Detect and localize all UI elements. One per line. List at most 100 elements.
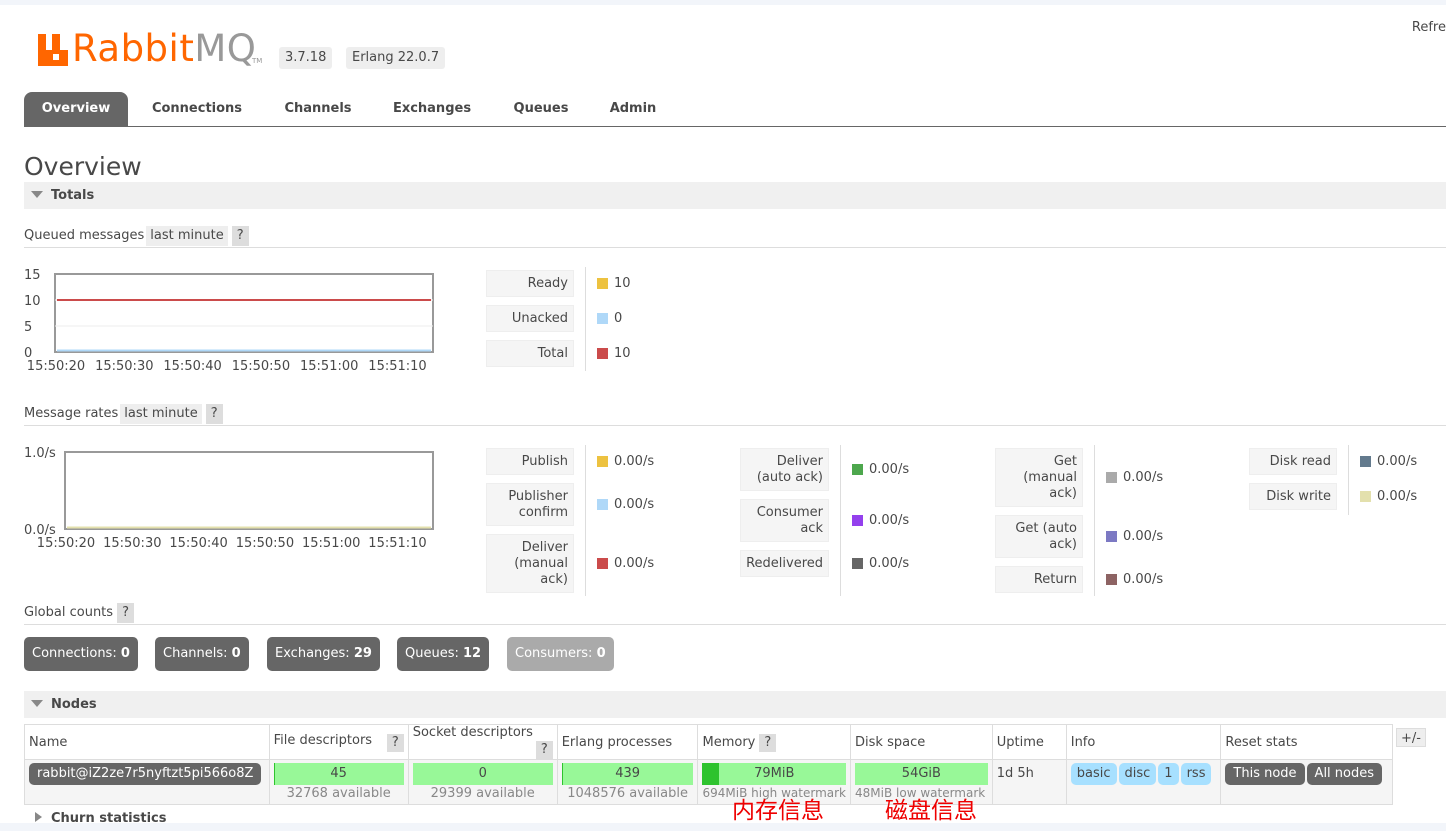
connections-count-button[interactable]: Connections: 0 [24,637,138,671]
logo-wordmark: RabbitMQ [72,27,257,70]
fd-help-button[interactable]: ? [386,733,404,752]
tab-channels[interactable]: Channels [268,92,368,126]
chart-x-tick-label: 15:50:20 [27,359,85,374]
legend-value: 10 [597,340,631,367]
message-rates-label: Message rates [24,406,119,421]
tab-queues[interactable]: Queues [496,92,586,126]
chart-y-tick-label: 5 [24,320,32,335]
erl-available: 1048576 available [567,786,688,801]
refresh-selector[interactable]: Refre [1412,20,1446,35]
global-counts-help-button[interactable]: ? [117,603,134,623]
tab-admin[interactable]: Admin [594,92,672,126]
legend-label: Redelivered [740,550,829,577]
nodes-section-toggle[interactable]: Nodes [24,691,1446,718]
legend-swatch [1106,531,1117,542]
reset-this-node-button[interactable]: This node [1225,763,1305,785]
chart-x-tick-label: 15:50:20 [37,536,95,551]
info-tag-rss: rss [1180,763,1212,785]
reset-cell: This node All nodes [1220,759,1393,805]
chart-x-tick-label: 15:50:40 [169,536,227,551]
rabbitmq-logo[interactable]: RabbitMQ TM [36,27,266,73]
rates-range-selector[interactable]: last minute [120,404,202,424]
queued-messages-label: Queued messages [24,228,145,243]
channels-count-button[interactable]: Channels: 0 [155,637,249,671]
legend-swatch [1360,491,1371,502]
legend-value: 0.00/s [597,483,654,526]
legend-value: 10 [597,270,631,297]
disk-annotation: 磁盘信息 [885,798,977,823]
col-file-descriptors: File descriptors? [268,724,409,760]
reset-all-nodes-button[interactable]: All nodes [1306,763,1383,785]
legend-swatch [1106,574,1117,585]
chart-x-tick-label: 15:50:40 [163,359,221,374]
col-name: Name [24,724,270,760]
uptime-value: 1d 5h [996,766,1034,781]
legend-separator [585,445,586,596]
legend-label: Ready [486,270,574,297]
info-cell: basic disc 1 rss [1065,759,1222,805]
col-socket-descriptors: Socket descriptors? [407,724,558,760]
sd-cell: 0 29399 available [407,759,558,805]
chart-x-tick-label: 15:51:10 [368,536,426,551]
totals-title: Totals [51,188,95,203]
sd-available: 29399 available [430,786,535,801]
memory-bar: 79MiB [702,763,847,785]
sd-bar: 0 [412,763,553,785]
legend-swatch [852,558,863,569]
table-row: rabbit@iZ2ze7r5nyftzt5pi566o8Z 45 32768 … [24,759,1393,805]
consumers-count-button[interactable]: Consumers: 0 [507,637,614,671]
legend-label: Disk read [1249,448,1337,475]
legend-value: 0.00/s [852,448,909,491]
exchanges-count-button[interactable]: Exchanges: 29 [267,637,380,671]
legend-separator [1348,445,1349,515]
legend-value: 0.00/s [597,448,654,475]
chart-y-tick-label: 10 [24,294,41,309]
tab-exchanges[interactable]: Exchanges [376,92,488,126]
legend-label: Total [486,340,574,367]
legend-label: Return [995,566,1083,593]
legend-value: 0.00/s [1106,448,1163,507]
erlang-version-badge: Erlang 22.0.7 [346,47,446,69]
churn-statistics-toggle[interactable]: Churn statistics [24,811,167,823]
main-tabs: Overview Connections Channels Exchanges … [24,92,1446,127]
col-uptime: Uptime [991,724,1067,760]
queued-help-button[interactable]: ? [231,226,249,246]
queued-range-selector[interactable]: last minute [146,226,228,246]
message-rates-header: Message rates last minute? [24,404,1446,426]
bar-fill [273,763,275,785]
node-name-link[interactable]: rabbit@iZ2ze7r5nyftzt5pi566o8Z [29,763,262,785]
queues-count-button[interactable]: Queues: 12 [397,637,490,671]
totals-section-toggle[interactable]: Totals [24,182,1446,209]
legend-swatch [597,456,608,467]
legend-separator [585,267,586,371]
tab-overview[interactable]: Overview [24,92,128,126]
rates-help-button[interactable]: ? [205,404,223,424]
legend-separator [840,445,841,596]
chart-x-tick-label: 15:50:30 [95,359,153,374]
queued-messages-chart: 15105015:50:20 15:50:30 15:50:40 15:50:50 15… [24,268,434,374]
legend-swatch [597,558,608,569]
bar-fill [561,763,564,785]
legend-value: 0.00/s [597,534,654,593]
sd-help-button[interactable]: ? [535,741,553,759]
chart-x-tick-label: 15:50:50 [236,536,294,551]
legend-separator [1094,445,1095,596]
chart-x-tick-label: 15:51:00 [300,359,358,374]
memory-help-button[interactable]: ? [759,733,777,752]
chart-y-tick-label: 1.0/s [24,446,56,461]
chart-x-tick-label: 15:51:00 [302,536,360,551]
erl-cell: 439 1048576 available [556,759,699,805]
global-counts-label: Global counts [24,605,114,620]
expand-triangle-icon [35,812,42,822]
fd-bar: 45 [273,763,404,785]
legend-label: Publish [486,448,574,475]
column-toggle-button[interactable]: +/- [1396,728,1426,747]
message-rates-chart: 1.0/s0.0/s15:50:20 15:50:30 15:50:40 15:50:… [24,446,434,551]
uptime-cell: 1d 5h [991,759,1067,805]
node-name-cell: rabbit@iZ2ze7r5nyftzt5pi566o8Z [24,759,270,805]
chart-x-tick-label: 15:51:10 [368,359,426,374]
page-title: Overview [24,152,142,181]
erl-bar: 439 [561,763,694,785]
fd-available: 32768 available [286,786,391,801]
tab-connections[interactable]: Connections [136,92,258,126]
